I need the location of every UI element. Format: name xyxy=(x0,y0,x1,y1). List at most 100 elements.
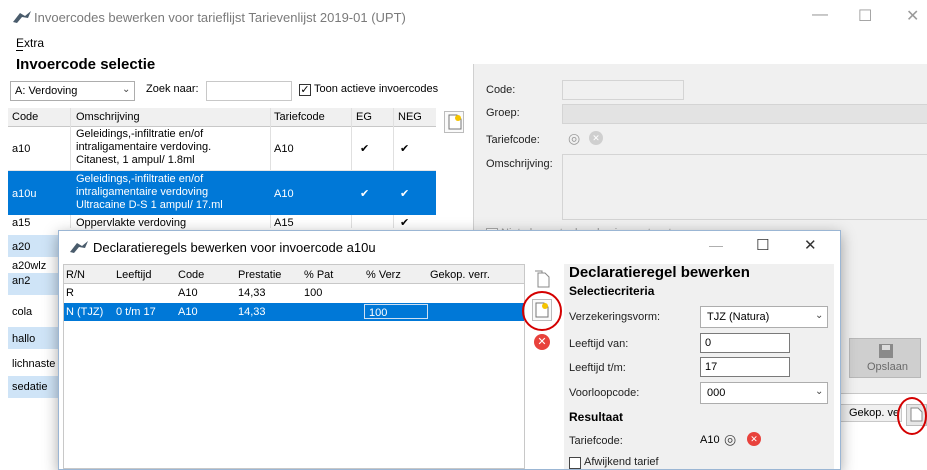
col-neg[interactable]: NEG xyxy=(398,111,422,123)
close-button[interactable]: ✕ xyxy=(906,6,919,26)
list-item[interactable]: hallo xyxy=(8,327,60,349)
maximize-button[interactable]: ☐ xyxy=(858,6,872,26)
table-row[interactable]: R A10 14,33 100 xyxy=(64,285,524,301)
title-bar: Invoercodes bewerken voor tarieflijst Ta… xyxy=(0,0,927,34)
dialog-maximize-button[interactable]: ☐ xyxy=(756,236,769,254)
row-code: lichnaste xyxy=(12,358,56,370)
neg-check-icon: ✔ xyxy=(400,143,410,155)
binoculars-icon[interactable]: ◎ xyxy=(568,130,580,147)
row-desc-line: intraligamentaire verdoving. xyxy=(76,141,212,153)
rule-edit-panel: Declaratieregel bewerken Selectiecriteri… xyxy=(564,264,834,469)
table-row-selected[interactable]: a10u Geleidings,-infiltratie en/of intra… xyxy=(8,171,436,215)
list-item[interactable]: a20 xyxy=(8,235,60,257)
neg-check-icon: ✔ xyxy=(400,188,410,200)
col-prestatie[interactable]: Prestatie xyxy=(238,269,281,281)
search-label: Zoek naar: xyxy=(146,83,199,95)
col-tariffcode[interactable]: Tariefcode xyxy=(274,111,325,123)
dialog-close-button[interactable]: ✕ xyxy=(804,236,817,254)
insurance-select[interactable]: TJZ (Natura) ⌄ xyxy=(700,306,828,328)
active-codes-checkbox[interactable]: ✓ xyxy=(299,84,311,96)
highlight-circle xyxy=(522,291,562,331)
dialog-title: Declaratieregels bewerken voor invoercod… xyxy=(93,240,376,255)
chevron-down-icon: ⌄ xyxy=(815,386,824,397)
search-input[interactable] xyxy=(206,81,292,101)
copy-rule-button[interactable] xyxy=(532,269,552,291)
col-description[interactable]: Omschrijving xyxy=(76,111,140,123)
row-code: cola xyxy=(12,306,33,318)
col-code[interactable]: Code xyxy=(178,269,204,281)
row-desc-line: intraligamentaire verdoving xyxy=(76,186,209,198)
col-verz[interactable]: % Verz xyxy=(366,269,401,281)
minimize-button[interactable]: — xyxy=(812,6,828,24)
group-filter-select[interactable]: A: Verdoving ⌄ xyxy=(10,81,135,101)
row-code: a20 xyxy=(12,241,31,253)
new-document-icon xyxy=(448,114,462,130)
code-field[interactable] xyxy=(562,80,684,100)
delete-rule-icon[interactable]: ✕ xyxy=(534,334,550,350)
row-desc-line: Geleidings,-infiltratie en/of xyxy=(76,128,204,140)
insurance-label: Verzekeringsvorm: xyxy=(569,311,661,323)
row-tariff: A10 xyxy=(274,188,294,200)
row-code: hallo xyxy=(12,333,36,345)
list-item[interactable]: sedatie xyxy=(8,376,60,398)
row-code: A10 xyxy=(178,287,198,299)
result-tariff-value: A10 xyxy=(700,434,720,446)
list-item[interactable]: an2 xyxy=(8,273,60,295)
edit-cell[interactable]: 100 xyxy=(364,304,428,319)
row-code: a10 xyxy=(12,143,31,155)
selection-heading: Invoercode selectie xyxy=(16,56,156,73)
binoculars-icon[interactable]: ◎ xyxy=(724,431,736,448)
codes-table-header: Code Omschrijving Tariefcode EG NEG xyxy=(8,108,436,127)
table-row[interactable]: a15 Oppervlakte verdoving A15 ✔ xyxy=(8,216,436,230)
new-code-button[interactable] xyxy=(444,111,464,133)
insurance-value: TJZ (Natura) xyxy=(707,311,770,323)
col-code[interactable]: Code xyxy=(12,111,38,123)
declaration-rules-dialog: Declaratieregels bewerken voor invoercod… xyxy=(58,230,841,470)
app-logo-icon xyxy=(70,241,88,253)
col-gekop[interactable]: Gekop. verr. xyxy=(430,269,490,281)
row-verz: 100 xyxy=(369,307,388,319)
clear-tariff-icon[interactable]: ✕ xyxy=(589,131,603,145)
age-to-input[interactable]: 17 xyxy=(700,357,790,377)
list-item[interactable]: cola xyxy=(8,301,60,323)
save-button[interactable]: Opslaan xyxy=(849,338,921,378)
prefix-select[interactable]: 000 ⌄ xyxy=(700,382,828,404)
row-code: sedatie xyxy=(12,381,48,393)
save-label: Opslaan xyxy=(867,361,908,373)
age-to-label: Leeftijd t/m: xyxy=(569,362,626,374)
row-desc-line: Oppervlakte verdoving xyxy=(76,217,187,229)
deviating-rate-checkbox[interactable] xyxy=(569,457,581,469)
col-gekop[interactable]: Gekop. ve xyxy=(838,404,902,422)
description-label: Omschrijving: xyxy=(486,158,553,170)
col-age[interactable]: Leeftijd xyxy=(116,269,151,281)
list-item[interactable]: a20wlz xyxy=(8,258,60,272)
age-from-label: Leeftijd van: xyxy=(569,338,629,350)
code-label: Code: xyxy=(486,84,516,96)
age-from-value: 0 xyxy=(705,337,712,349)
col-pat[interactable]: % Pat xyxy=(304,269,333,281)
chevron-down-icon: ⌄ xyxy=(122,84,131,95)
description-field[interactable] xyxy=(562,154,927,220)
window-title: Invoercodes bewerken voor tarieflijst Ta… xyxy=(34,10,406,25)
table-row-selected[interactable]: N (TJZ) 0 t/m 17 A10 14,33 100 xyxy=(64,303,524,321)
result-heading: Resultaat xyxy=(569,410,624,424)
group-label: Groep: xyxy=(486,107,520,119)
row-code: A10 xyxy=(178,306,198,318)
list-item[interactable]: lichnaste xyxy=(8,353,60,375)
table-row[interactable]: a10 Geleidings,-infiltratie en/of intral… xyxy=(8,126,436,171)
row-rn: R xyxy=(66,287,74,299)
clear-tariff-icon[interactable]: ✕ xyxy=(747,432,761,446)
col-eg[interactable]: EG xyxy=(356,111,372,123)
dialog-minimize-button[interactable]: — xyxy=(709,237,723,253)
eg-check-icon: ✔ xyxy=(360,143,370,155)
row-age: 0 t/m 17 xyxy=(116,306,156,318)
col-rn[interactable]: R/N xyxy=(66,269,85,281)
age-from-input[interactable]: 0 xyxy=(700,333,790,353)
row-prestatie: 14,33 xyxy=(238,306,266,318)
active-codes-label: Toon actieve invoercodes xyxy=(314,83,439,95)
group-select[interactable] xyxy=(562,104,927,124)
menu-extra[interactable]: Extra xyxy=(16,36,44,50)
gekop-header: Gekop. ve xyxy=(849,407,900,419)
neg-check-icon: ✔ xyxy=(400,217,410,229)
criteria-heading: Selectiecriteria xyxy=(569,284,655,298)
